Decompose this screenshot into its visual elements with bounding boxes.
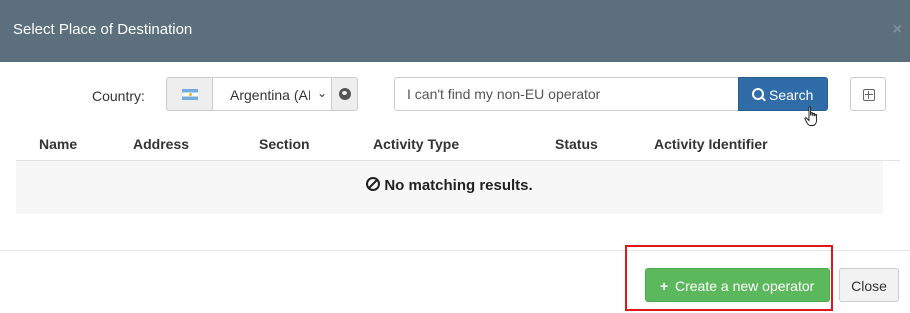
expand-button[interactable] — [850, 77, 886, 111]
empty-results-row: No matching results. — [16, 161, 883, 214]
column-header-activity-identifier[interactable]: Activity Identifier — [654, 136, 768, 152]
country-flag-addon — [166, 77, 212, 111]
column-header-activity-type[interactable]: Activity Type — [373, 136, 459, 152]
column-header-name[interactable]: Name — [39, 136, 77, 152]
dialog-title: Select Place of Destination — [13, 21, 193, 38]
create-operator-label: Create a new operator — [675, 278, 815, 294]
close-button-label: Close — [851, 278, 887, 294]
plus-square-icon — [863, 89, 875, 101]
search-button-label: Search — [769, 87, 814, 103]
empty-results-message: No matching results. — [16, 177, 883, 194]
hand-cursor-icon — [804, 106, 818, 126]
column-header-section[interactable]: Section — [259, 136, 310, 152]
country-select[interactable]: Argentina (AI ⌄ — [212, 77, 332, 111]
country-label: Country: — [92, 88, 145, 104]
globe-icon — [339, 88, 351, 100]
empty-results-text: No matching results. — [384, 177, 533, 194]
search-icon — [752, 88, 764, 100]
plus-icon: + — [660, 278, 669, 294]
column-header-status[interactable]: Status — [555, 136, 598, 152]
close-button[interactable]: Close — [839, 268, 899, 302]
ban-icon — [366, 177, 381, 191]
close-icon[interactable]: × — [893, 21, 902, 39]
operator-search-input[interactable] — [394, 77, 738, 111]
create-operator-button[interactable]: + Create a new operator — [645, 268, 830, 302]
dialog-header: Select Place of Destination × — [0, 0, 910, 62]
chevron-down-icon: ⌄ — [316, 86, 327, 100]
country-select-value: Argentina (AI — [230, 87, 310, 103]
column-header-address[interactable]: Address — [133, 136, 189, 152]
globe-button[interactable] — [332, 77, 358, 111]
argentina-flag-icon — [182, 89, 198, 100]
